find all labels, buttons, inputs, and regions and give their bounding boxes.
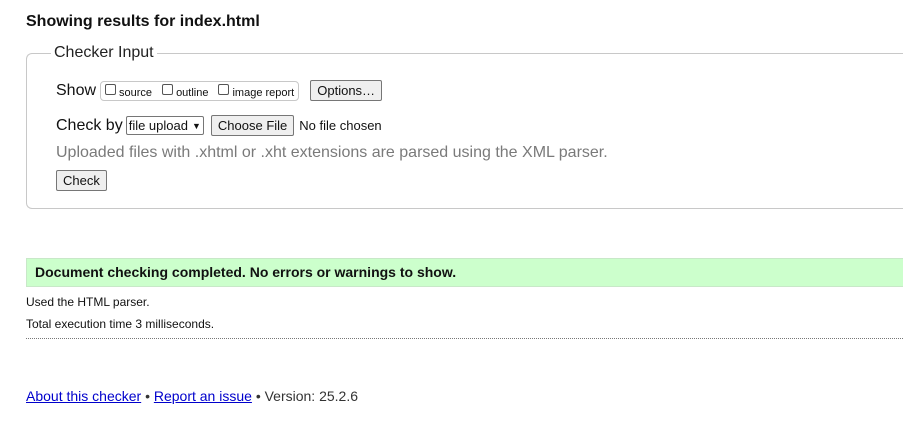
check-by-select[interactable]: file upload ▼ [125,116,204,135]
outline-checkbox-label: outline [176,86,209,99]
image-report-checkbox-label: image report [232,86,295,99]
show-source-option[interactable]: source [105,83,153,99]
outline-checkbox[interactable] [162,83,174,95]
check-button[interactable]: Check [56,170,107,191]
footer-separator: • [145,388,150,404]
file-status-text: No file chosen [299,118,382,133]
source-checkbox-label: source [119,86,153,99]
footer-separator: • [255,388,261,404]
parser-info: Used the HTML parser. [26,295,150,309]
show-image-report-option[interactable]: image report [218,83,295,99]
footer: About this checker • Report an issue • V… [26,388,358,404]
page-title: Showing results for index.html [26,13,260,30]
version-text: Version: 25.2.6 [264,388,359,404]
show-outline-option[interactable]: outline [162,83,209,99]
report-issue-link[interactable]: Report an issue [154,388,252,404]
image-report-checkbox[interactable] [218,83,230,95]
checker-input-legend: Checker Input [51,44,157,62]
choose-file-button[interactable]: Choose File [210,115,295,136]
source-checkbox[interactable] [105,83,117,95]
validator-page: Showing results for index.html Checker I… [0,0,903,434]
success-message: Document checking completed. No errors o… [26,258,903,287]
dotted-divider [26,338,903,339]
check-by-row: Check by file upload ▼ Choose File No fi… [56,115,382,136]
options-button[interactable]: Options… [310,80,383,101]
show-label: Show [56,81,97,99]
show-row: Show source outline image report Options… [56,80,383,101]
check-by-label: Check by [56,116,123,134]
parser-hint: Uploaded files with .xhtml or .xht exten… [56,144,608,161]
check-by-selected-value: file upload [128,118,188,133]
show-options-group: source outline image report [100,80,300,101]
checker-input-fieldset: Checker Input Show source outline image … [26,44,903,209]
about-checker-link[interactable]: About this checker [26,388,141,404]
execution-time: Total execution time 3 milliseconds. [26,317,215,331]
chevron-down-icon: ▼ [191,121,201,131]
